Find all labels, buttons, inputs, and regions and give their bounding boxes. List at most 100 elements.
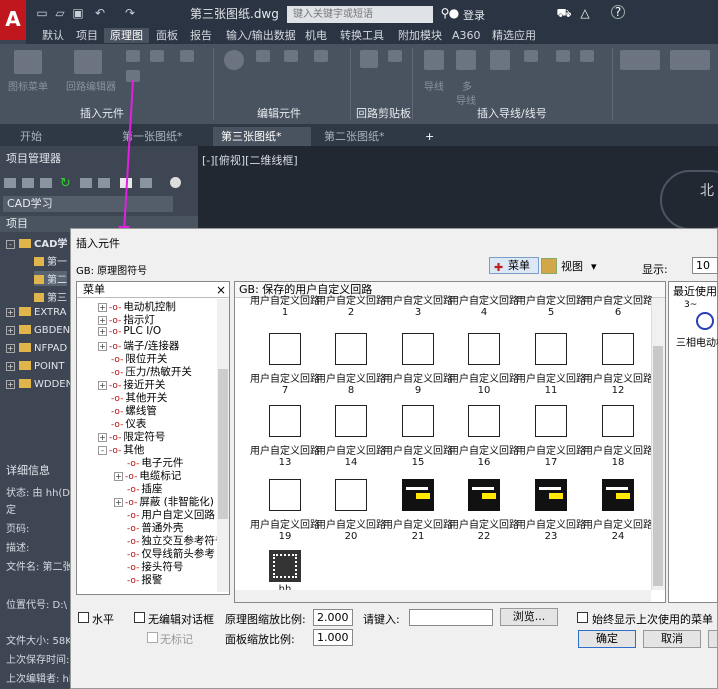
circuit-thumbnail[interactable] [269, 405, 301, 437]
schematic-scale-label: 原理图缩放比例: [225, 613, 306, 626]
expand-icon[interactable]: + [98, 316, 107, 325]
circuit-preview-icon [472, 487, 494, 490]
grid-hscrollbar[interactable] [235, 590, 651, 602]
circuit-thumbnail[interactable] [602, 333, 634, 365]
circuit-label[interactable]: 用户自定义回路 6 [583, 296, 653, 318]
circuit-label[interactable]: 用户自定义回路 20 [316, 520, 386, 542]
circuit-preview-icon [406, 487, 428, 490]
circuit-label[interactable]: 用户自定义回路 7 [250, 374, 320, 396]
circuit-thumbnail[interactable] [535, 333, 567, 365]
recent-used-panel [668, 281, 718, 603]
circuit-thumbnail[interactable] [335, 333, 367, 365]
up-level-icon[interactable] [541, 258, 557, 274]
no-edit-dialog-checkbox[interactable] [134, 612, 145, 623]
circuit-label[interactable]: 用户自定义回路 12 [583, 374, 653, 396]
circuit-label[interactable]: 用户自定义回路 21 [383, 520, 453, 542]
expand-icon[interactable]: + [98, 433, 107, 442]
schematic-scale-input[interactable]: 2.000 [313, 609, 353, 626]
circuit-label[interactable]: 用户自定义回路 11 [516, 374, 586, 396]
expand-icon[interactable]: + [98, 327, 107, 336]
always-show-checkbox[interactable] [577, 612, 588, 623]
expand-icon[interactable]: + [98, 342, 107, 351]
menu-tree-item[interactable]: + -o- PLC I/O [98, 325, 161, 337]
dialog-title: 插入元件 [76, 237, 120, 250]
circuit-label[interactable]: 用户自定义回路 22 [449, 520, 519, 542]
circuit-label[interactable]: 用户自定义回路 24 [583, 520, 653, 542]
circuit-thumbnail[interactable] [602, 479, 634, 511]
ok-button[interactable]: 确定 [578, 630, 636, 648]
show-count-input[interactable]: 10 [692, 257, 718, 274]
circuit-label[interactable]: 用户自定义回路 16 [449, 446, 519, 468]
circuit-label[interactable]: 用户自定义回路 13 [250, 446, 320, 468]
close-icon[interactable]: × [216, 283, 226, 297]
circuit-label[interactable]: 用户自定义回路 18 [583, 446, 653, 468]
grid-scroll-thumb[interactable] [653, 346, 663, 586]
component-symbol-icon: -o- [109, 327, 122, 337]
expand-icon[interactable]: + [114, 472, 123, 481]
circuit-thumbnail[interactable] [335, 405, 367, 437]
menu-toggle-button[interactable]: ✚ 菜单 [489, 257, 539, 274]
circuit-label[interactable]: 用户自定义回路 10 [449, 374, 519, 396]
chevron-down-icon: ▾ [591, 260, 597, 273]
browse-button[interactable]: 浏览... [500, 608, 558, 626]
circuit-label[interactable]: 用户自定义回路 3 [383, 296, 453, 318]
expand-icon[interactable]: + [98, 303, 107, 312]
circuit-label[interactable]: 用户自定义回路 2 [316, 296, 386, 318]
circuit-preview-icon [539, 487, 561, 490]
circuit-thumbnail[interactable] [335, 479, 367, 511]
circuit-preview-icon [616, 493, 630, 499]
circuit-thumbnail[interactable] [269, 333, 301, 365]
circuit-thumbnail[interactable] [269, 550, 301, 582]
panel-scale-label: 面板缩放比例: [225, 633, 295, 646]
circuit-thumbnail[interactable] [402, 333, 434, 365]
circuit-preview-icon [549, 493, 563, 499]
type-in-label: 请键入: [363, 613, 400, 626]
circuit-thumbnail[interactable] [535, 405, 567, 437]
menu-scrollbar[interactable] [217, 299, 229, 592]
circuit-label[interactable]: 用户自定义回路 5 [516, 296, 586, 318]
circuit-label[interactable]: 用户自定义回路 1 [250, 296, 320, 318]
menu-button-label: 菜单 [508, 259, 530, 272]
circuit-thumbnail[interactable] [402, 405, 434, 437]
circuit-thumbnail[interactable] [602, 405, 634, 437]
menu-tree-header: 菜单 [77, 282, 229, 298]
circuit-thumbnail[interactable] [468, 405, 500, 437]
no-tag-checkbox[interactable] [147, 632, 158, 643]
circuit-label[interactable]: 用户自定义回路 14 [316, 446, 386, 468]
panel-scale-input[interactable]: 1.000 [313, 629, 353, 646]
help-button[interactable] [708, 630, 718, 648]
gb-symbol-label: GB: 原理图符号 [76, 266, 148, 277]
circuit-label[interactable]: 用户自定义回路 23 [516, 520, 586, 542]
recent-used-header: 最近使用 [673, 285, 717, 298]
circuit-label[interactable]: 用户自定义回路 15 [383, 446, 453, 468]
circuit-thumbnail[interactable] [402, 479, 434, 511]
horizontal-checkbox[interactable] [78, 612, 89, 623]
collapse-icon[interactable]: - [98, 446, 107, 455]
always-show-label: 始终显示上次使用的菜单 [592, 613, 713, 626]
circuit-label[interactable]: 用户自定义回路 8 [316, 374, 386, 396]
circuit-label[interactable]: 用户自定义回路 19 [250, 520, 320, 542]
motor-symbol-icon[interactable] [696, 312, 714, 330]
circuit-thumbnail[interactable] [468, 333, 500, 365]
circuit-preview-icon [273, 554, 297, 578]
circuit-thumbnail[interactable] [468, 479, 500, 511]
menu-tree-item[interactable]: -o- 报警 [114, 572, 162, 587]
circuit-label[interactable]: 用户自定义回路 9 [383, 374, 453, 396]
view-dropdown[interactable]: 视图 ▾ [561, 258, 607, 274]
menu-tree-item-label: 报警 [141, 574, 163, 586]
type-in-input[interactable] [409, 609, 493, 626]
expand-icon[interactable]: + [98, 381, 107, 390]
circuit-label[interactable]: 用户自定义回路 17 [516, 446, 586, 468]
cancel-button[interactable]: 取消 [643, 630, 701, 648]
horizontal-label: 水平 [92, 613, 114, 626]
circuit-thumbnail[interactable] [269, 479, 301, 511]
menu-scroll-thumb[interactable] [218, 369, 228, 519]
expand-icon[interactable]: + [114, 498, 123, 507]
menu-tree-item-label: PLC I/O [123, 325, 162, 337]
circuit-label[interactable]: 用户自定义回路 4 [449, 296, 519, 318]
show-label: 显示: [642, 263, 668, 276]
menu-icon: ✚ [494, 261, 504, 274]
circuit-preview-icon [482, 493, 496, 499]
circuit-thumbnail[interactable] [535, 479, 567, 511]
recent-motor-label[interactable]: 三相电动机 [676, 334, 718, 349]
